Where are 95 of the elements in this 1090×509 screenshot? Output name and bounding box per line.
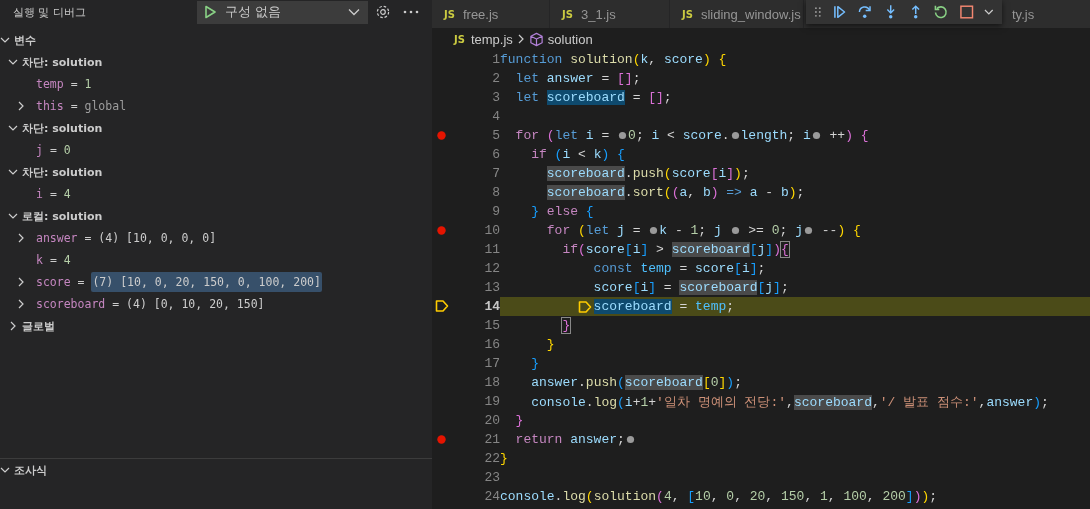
variable-entry[interactable]: k = 4	[30, 253, 71, 267]
code-text: k - 1; j	[659, 223, 723, 238]
line-number: 23	[483, 470, 500, 485]
line-number: 14	[483, 299, 500, 314]
code-text: let answer = [];	[515, 71, 641, 86]
line-number: 15	[483, 318, 500, 333]
chevron-down-icon	[348, 8, 360, 16]
code-text: score[i] = scoreboard[j];	[593, 280, 789, 295]
line-number: 19	[483, 394, 500, 409]
line-number: 21	[483, 432, 500, 447]
line-number: 10	[483, 223, 500, 238]
grip-icon[interactable]	[814, 6, 822, 18]
line-number: 18	[483, 375, 500, 390]
code-text: answer.push(scoreboard[0]);	[531, 375, 742, 390]
inline-breakpoint-icon[interactable]	[618, 131, 628, 140]
scope-label[interactable]: 차단: solution	[22, 54, 103, 70]
code-text: }	[500, 451, 508, 466]
section-header[interactable]: 조사식	[14, 462, 47, 478]
code-text: }	[562, 318, 571, 333]
code-text: if (i < k) {	[531, 147, 625, 162]
line-number: 22	[483, 451, 500, 466]
code-text: scoreboard.push(score[i]);	[546, 166, 750, 181]
breakpoint-icon[interactable]	[437, 131, 446, 140]
variable-entry[interactable]: j = 0	[30, 143, 71, 157]
code-text: length; i	[740, 128, 811, 143]
inline-breakpoint-icon[interactable]	[811, 131, 821, 140]
line-number: 2	[491, 71, 500, 86]
code-text: }	[515, 413, 524, 428]
breakpoint-icon[interactable]	[437, 226, 446, 235]
scope-label[interactable]: 글로벌	[22, 318, 55, 334]
restart-icon[interactable]	[933, 4, 949, 20]
code-text: let scoreboard = [];	[515, 90, 672, 105]
line-number: 17	[483, 356, 500, 371]
variable-entry[interactable]: this = global	[30, 99, 127, 113]
variable-entry[interactable]: i = 4	[30, 187, 71, 201]
play-icon	[203, 5, 217, 19]
breadcrumb-file[interactable]: JS temp.js	[454, 31, 513, 47]
section-header[interactable]: 변수	[14, 32, 36, 48]
scope-label[interactable]: 차단: solution	[22, 120, 103, 136]
chevron-icon[interactable]	[0, 465, 10, 475]
chevron-right-icon	[516, 34, 525, 44]
line-number: 6	[491, 147, 500, 162]
inline-breakpoint-icon[interactable]	[730, 226, 740, 235]
scope-label[interactable]: 차단: solution	[22, 164, 103, 180]
breadcrumb-symbol[interactable]: solution	[547, 31, 593, 47]
line-number: 7	[491, 166, 500, 181]
line-number: 16	[483, 337, 500, 352]
line-number: 5	[491, 128, 500, 143]
code-text: return answer;	[515, 432, 625, 447]
code-text: console.log(solution(4, [10, 0, 20, 150, 1, 100, 200]));	[500, 489, 938, 504]
inline-breakpoint-icon[interactable]	[625, 435, 635, 444]
step-over-icon[interactable]	[857, 4, 873, 20]
config-dropdown[interactable]: 구성 없음	[197, 0, 368, 24]
stop-location-icon	[577, 299, 592, 314]
code-text: scoreboard.sort((a, b) => a - b);	[546, 185, 805, 200]
line-number: 1	[491, 52, 500, 67]
code-text: if(score[i] > scoreboard[j]){	[562, 242, 789, 257]
code-text: function solution(k, score) {	[500, 52, 727, 67]
code-text: 0; i < score.	[628, 128, 730, 143]
settings-icon[interactable]	[375, 4, 391, 20]
code-text: for (let j =	[546, 223, 642, 238]
panel-title: 실행 및 디버그	[13, 4, 87, 20]
code-text: } else {	[531, 204, 594, 219]
line-number: 3	[491, 90, 500, 105]
line-number: 13	[483, 280, 500, 295]
line-number: 20	[483, 413, 500, 428]
continue-icon[interactable]	[831, 4, 848, 20]
variable-entry[interactable]: temp = 1	[30, 77, 92, 91]
line-number: 9	[491, 204, 500, 219]
scope-label[interactable]: 로컬: solution	[22, 208, 103, 224]
code-text: for (let i =	[515, 128, 611, 143]
breakpoint-icon[interactable]	[437, 435, 446, 444]
inline-breakpoint-icon[interactable]	[649, 226, 659, 235]
stop-icon[interactable]	[958, 4, 975, 20]
cube-icon	[528, 31, 544, 47]
line-number: 12	[483, 261, 500, 276]
inline-breakpoint-icon[interactable]	[730, 131, 740, 140]
code-text: --) {	[820, 223, 861, 238]
line-number: 24	[483, 489, 500, 504]
code-text: console.log(i+1+'일차 명예의 전당:',scoreboard,'/ 발표 점수:',answer);	[531, 393, 1049, 411]
more-icon[interactable]	[403, 10, 419, 14]
chevron-down-icon[interactable]	[984, 8, 994, 16]
line-number: 8	[491, 185, 500, 200]
chevron-icon[interactable]	[0, 35, 10, 45]
code-text: const temp = score[i];	[593, 261, 766, 276]
line-number: 4	[491, 109, 500, 124]
current-line-arrow-icon	[435, 299, 449, 313]
variable-entry[interactable]: answer = (4) [10, 0, 0, 0]	[30, 231, 217, 245]
code-text: }	[531, 356, 539, 371]
line-number: 11	[483, 242, 500, 257]
code-text: }	[546, 337, 555, 352]
code-text: ++) {	[828, 128, 869, 143]
inline-breakpoint-icon[interactable]	[803, 226, 813, 235]
variable-entry[interactable]: scoreboard = (4) [0, 10, 20, 150]	[30, 297, 265, 311]
code-text: >= 0; j	[747, 223, 803, 238]
